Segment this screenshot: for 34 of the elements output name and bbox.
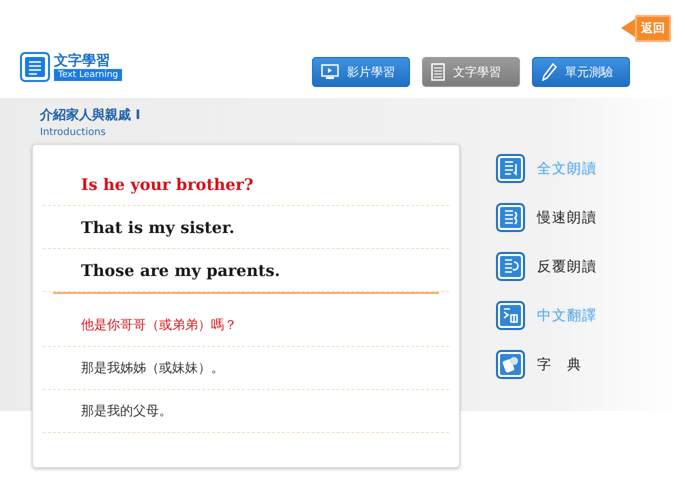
translate-icon <box>496 301 525 330</box>
chinese-sentence: 他是你哥哥（或弟弟）嗎？ <box>81 317 237 334</box>
nav-tab[interactable]: 單元測驗 <box>532 57 630 87</box>
tool-label: 中文翻譯 <box>537 306 597 324</box>
tool-button[interactable]: 字 典 <box>496 350 597 379</box>
english-sentence: Those are my parents. <box>81 260 280 280</box>
read-aloud-icon <box>496 154 525 183</box>
nav-tab[interactable]: 文字學習 <box>422 57 520 87</box>
document-icon <box>431 63 445 81</box>
lesson-subtitle: Introductions <box>40 127 107 138</box>
chinese-sentence: 那是我姊姊（或妹妹）。 <box>81 360 224 377</box>
arrow-icon <box>621 19 635 37</box>
back-button[interactable]: 返回 <box>621 14 671 42</box>
tool-button[interactable]: 慢速朗讀 <box>496 203 597 232</box>
video-icon <box>321 64 339 80</box>
lesson-title: 介紹家人與親戚 I <box>40 106 142 124</box>
english-sentence: Is he your brother? <box>81 174 254 194</box>
repeat-read-icon <box>496 252 525 281</box>
slow-read-icon <box>496 203 525 232</box>
tool-label: 反覆朗讀 <box>537 258 597 276</box>
tool-label: 全文朗讀 <box>537 160 597 178</box>
document-icon <box>20 52 50 82</box>
nav-tab[interactable]: 影片學習 <box>312 57 410 87</box>
tool-label: 字 典 <box>537 356 582 374</box>
pencil-icon <box>541 63 557 81</box>
tool-button[interactable]: 中文翻譯 <box>496 301 597 330</box>
logo-subtitle: Text Learning <box>54 69 122 81</box>
chinese-sentence: 那是我的父母。 <box>81 403 172 420</box>
tool-button[interactable]: 全文朗讀 <box>496 154 597 183</box>
english-sentence: That is my sister. <box>81 218 235 236</box>
tool-button[interactable]: 反覆朗讀 <box>496 252 597 281</box>
tool-label: 慢速朗讀 <box>537 208 597 226</box>
dictionary-icon <box>496 350 525 379</box>
logo-title: 文字學習 <box>54 53 111 69</box>
